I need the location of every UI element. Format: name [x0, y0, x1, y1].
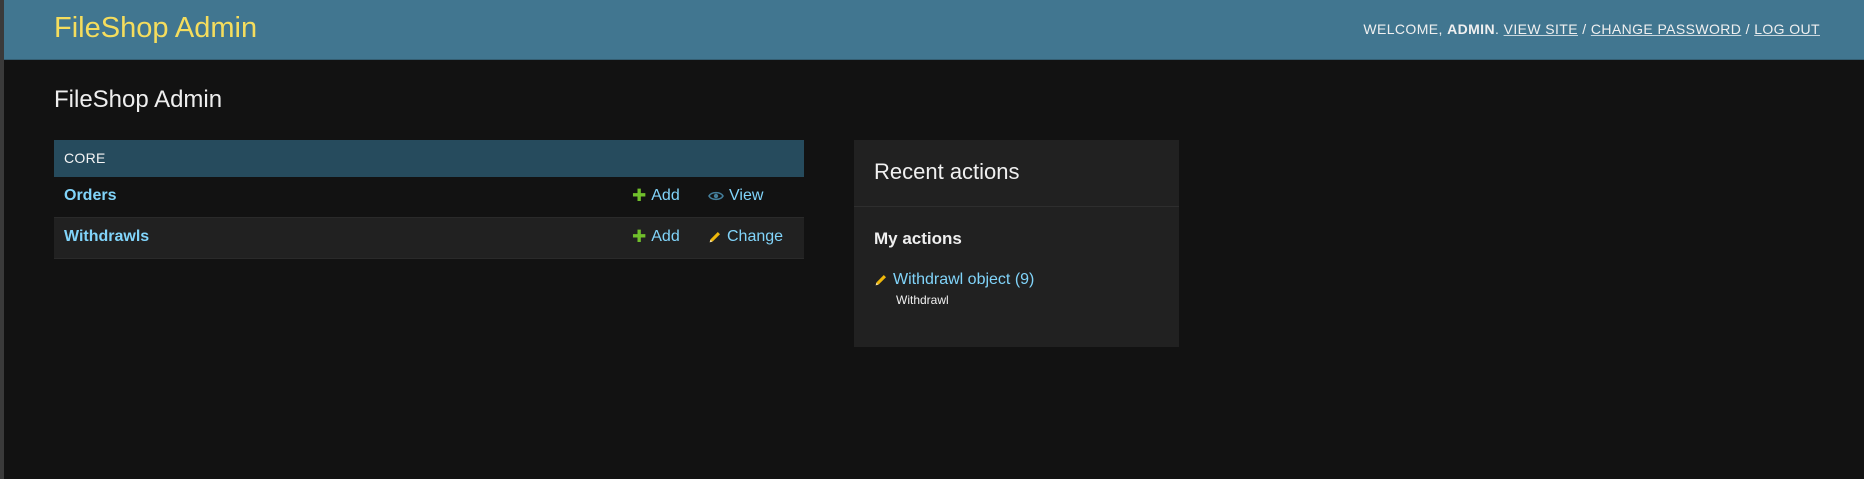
window-left-edge	[0, 0, 4, 479]
view-site-link[interactable]: View site	[1504, 21, 1578, 37]
add-label: Add	[651, 187, 680, 204]
view-label: View	[729, 187, 764, 204]
model-row-orders: Orders ✚ Add View	[54, 177, 804, 218]
username: admin	[1447, 21, 1495, 37]
app-module-core: Core Orders ✚ Add View Withdrawls ✚ Add	[54, 140, 804, 259]
pencil-icon	[874, 273, 888, 287]
change-password-link[interactable]: Change password	[1591, 21, 1741, 37]
recent-actions-title: Recent actions	[874, 159, 1020, 184]
recent-action-item: Withdrawl object (9)	[874, 271, 1034, 289]
page-title: FileShop Admin	[54, 86, 223, 113]
model-row-withdrawls: Withdrawls ✚ Add Change	[54, 218, 804, 259]
orders-view-link[interactable]: View	[708, 187, 763, 205]
site-brand-link[interactable]: FileShop Admin	[54, 12, 257, 45]
model-link-withdrawls[interactable]: Withdrawls	[64, 228, 149, 246]
user-tools: Welcome, admin. View site / Change passw…	[1363, 21, 1820, 37]
withdrawls-change-link[interactable]: Change	[708, 228, 783, 246]
orders-add-link[interactable]: ✚ Add	[632, 187, 680, 205]
pencil-icon	[708, 230, 722, 244]
my-actions-heading: My actions	[874, 229, 962, 248]
withdrawls-add-link[interactable]: ✚ Add	[632, 228, 680, 246]
plus-icon: ✚	[632, 227, 647, 246]
plus-icon: ✚	[632, 186, 647, 205]
separator: /	[1582, 21, 1587, 37]
separator: /	[1745, 21, 1750, 37]
model-link-orders[interactable]: Orders	[64, 187, 116, 205]
change-label: Change	[727, 228, 784, 245]
app-caption-link[interactable]: Core	[54, 140, 804, 177]
admin-header: FileShop Admin Welcome, admin. View site…	[4, 0, 1864, 60]
add-label: Add	[651, 228, 680, 245]
divider	[854, 206, 1179, 207]
log-out-link[interactable]: Log out	[1754, 21, 1820, 37]
recent-action-link[interactable]: Withdrawl object (9)	[893, 271, 1034, 289]
recent-action-type: Withdrawl	[896, 293, 949, 307]
welcome-text: Welcome,	[1363, 21, 1443, 37]
eye-icon	[708, 190, 724, 202]
recent-actions-panel: Recent actions My actions Withdrawl obje…	[854, 140, 1179, 347]
